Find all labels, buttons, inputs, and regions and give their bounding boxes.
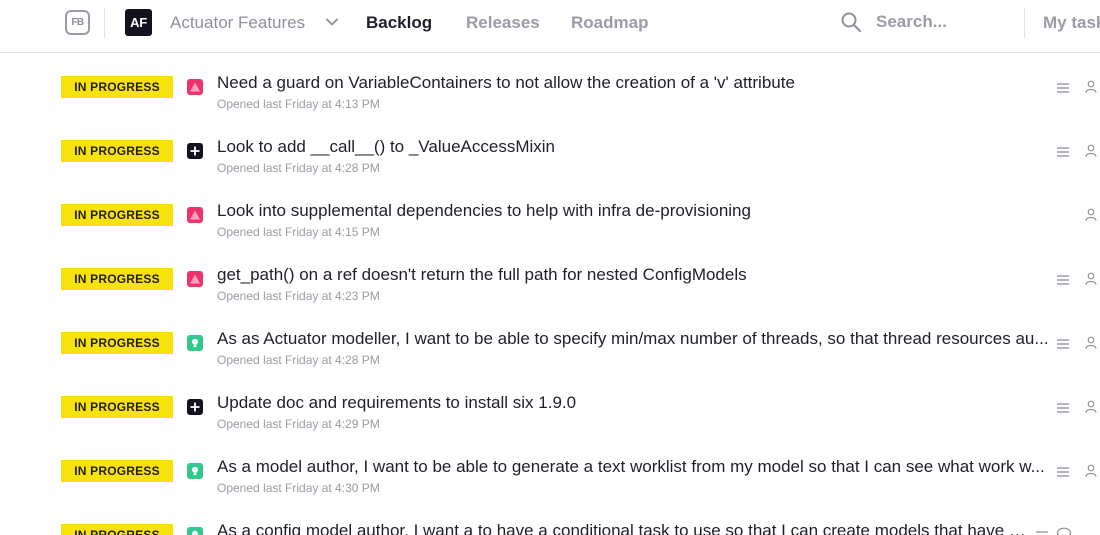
status-badge[interactable]: IN PROGRESS — [61, 140, 173, 162]
project-avatar[interactable]: AF — [125, 9, 152, 36]
issue-title[interactable]: Need a guard on VariableContainers to no… — [217, 73, 1049, 93]
app-logo[interactable]: FB — [65, 10, 90, 35]
search-input[interactable] — [876, 9, 1011, 35]
chevron-down-icon[interactable] — [325, 15, 339, 29]
issue-opened-date: Opened last Friday at 4:15 PM — [217, 225, 380, 239]
issue-title[interactable]: As a config model author, I want a to ha… — [217, 521, 1029, 535]
issue-row[interactable]: IN PROGRESS Update doc and requirements … — [0, 384, 1100, 448]
status-badge[interactable]: IN PROGRESS — [61, 76, 173, 98]
bug-triangle-icon — [187, 271, 203, 287]
issue-opened-date: Opened last Friday at 4:13 PM — [217, 97, 380, 111]
tab-releases[interactable]: Releases — [466, 13, 540, 33]
issue-title[interactable]: As a model author, I want to be able to … — [217, 457, 1049, 477]
issue-row[interactable]: IN PROGRESS Look into supplemental depen… — [0, 192, 1100, 256]
issue-title[interactable]: Look into supplemental dependencies to h… — [217, 201, 1049, 221]
status-badge[interactable]: IN PROGRESS — [61, 204, 173, 226]
story-bulb-icon — [187, 463, 203, 479]
issue-row[interactable]: IN PROGRESS As a config model author, I … — [0, 512, 1100, 535]
divider — [104, 8, 105, 38]
status-badge[interactable]: IN PROGRESS — [61, 524, 173, 535]
issue-title[interactable]: Update doc and requirements to install s… — [217, 393, 1049, 413]
assignee-user-icon[interactable] — [1085, 336, 1097, 349]
assignee-user-icon[interactable] — [1085, 144, 1097, 157]
description-icon — [1057, 275, 1069, 285]
assignee-user-icon[interactable] — [1085, 272, 1097, 285]
status-badge[interactable]: IN PROGRESS — [61, 460, 173, 482]
issue-title[interactable]: As as Actuator modeller, I want to be ab… — [217, 329, 1049, 349]
issue-opened-date: Opened last Friday at 4:28 PM — [217, 161, 380, 175]
divider — [1024, 8, 1025, 38]
description-icon — [1057, 467, 1069, 477]
issue-opened-date: Opened last Friday at 4:29 PM — [217, 417, 380, 431]
issue-row[interactable]: IN PROGRESS Look to add __call__() to _V… — [0, 128, 1100, 192]
issue-title[interactable]: Look to add __call__() to _ValueAccessMi… — [217, 137, 1049, 157]
issue-row[interactable]: IN PROGRESS Need a guard on VariableCont… — [0, 64, 1100, 128]
issue-opened-date: Opened last Friday at 4:28 PM — [217, 353, 380, 367]
top-nav-bar: FB AF Actuator Features Backlog Releases… — [0, 0, 1100, 53]
issue-opened-date: Opened last Friday at 4:23 PM — [217, 289, 380, 303]
status-badge[interactable]: IN PROGRESS — [61, 268, 173, 290]
story-bulb-icon — [187, 335, 203, 351]
issue-row[interactable]: IN PROGRESS As a model author, I want to… — [0, 448, 1100, 512]
assignee-user-icon[interactable] — [1085, 208, 1097, 221]
project-selector[interactable]: Actuator Features — [170, 13, 305, 33]
assignee-user-icon[interactable] — [1085, 80, 1097, 93]
issue-title[interactable]: get_path() on a ref doesn't return the f… — [217, 265, 1049, 285]
description-icon — [1057, 403, 1069, 413]
status-badge[interactable]: IN PROGRESS — [61, 396, 173, 418]
tab-roadmap[interactable]: Roadmap — [571, 13, 648, 33]
description-icon — [1057, 147, 1069, 157]
issue-row[interactable]: IN PROGRESS get_path() on a ref doesn't … — [0, 256, 1100, 320]
task-plus-icon — [187, 143, 203, 159]
comment-icon — [1056, 527, 1072, 535]
tab-backlog[interactable]: Backlog — [366, 13, 432, 33]
assignee-user-icon[interactable] — [1085, 464, 1097, 477]
task-plus-icon — [187, 399, 203, 415]
bug-triangle-icon — [187, 207, 203, 223]
issue-row[interactable]: IN PROGRESS As as Actuator modeller, I w… — [0, 320, 1100, 384]
issue-opened-date: Opened last Friday at 4:30 PM — [217, 481, 380, 495]
status-badge[interactable]: IN PROGRESS — [61, 332, 173, 354]
story-bulb-icon — [187, 527, 203, 535]
assignee-user-icon[interactable] — [1085, 400, 1097, 413]
description-icon — [1036, 531, 1048, 533]
description-icon — [1057, 339, 1069, 349]
description-icon — [1057, 83, 1069, 93]
my-tasks-link[interactable]: My tasks — [1043, 13, 1100, 33]
bug-triangle-icon — [187, 79, 203, 95]
search-icon[interactable] — [840, 11, 862, 33]
